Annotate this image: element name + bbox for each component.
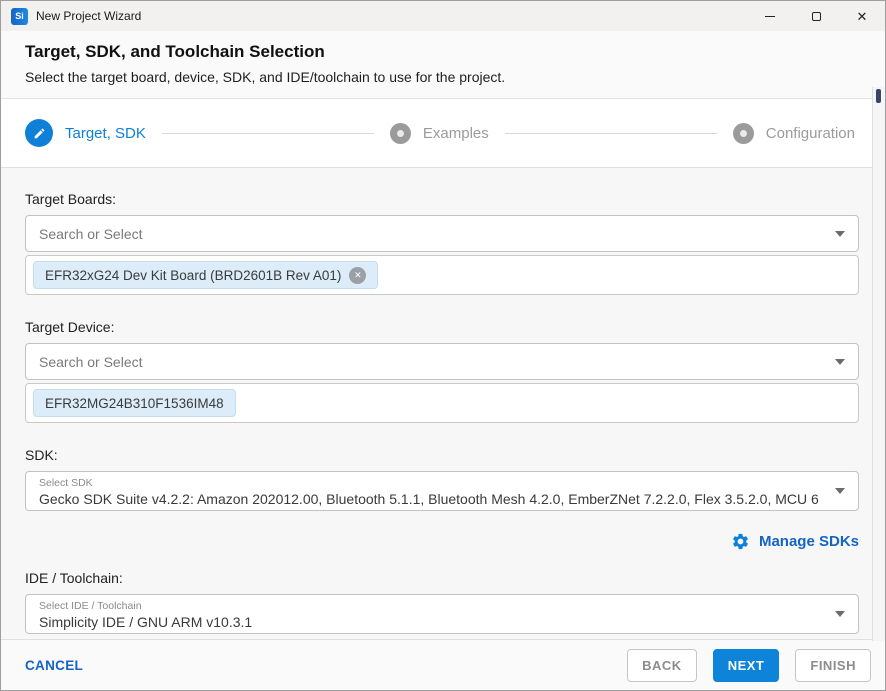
step-label: Configuration — [766, 125, 855, 142]
sdk-select-floating-label: Select SDK — [39, 477, 827, 490]
step-inactive-circle — [733, 123, 754, 144]
step-configuration[interactable]: Configuration — [733, 123, 855, 144]
scrollbar-thumb[interactable] — [876, 89, 881, 103]
wizard-content: Target Boards: EFR32xG24 Dev Kit Board (… — [1, 168, 885, 634]
target-board-chip: EFR32xG24 Dev Kit Board (BRD2601B Rev A0… — [33, 261, 378, 289]
chip-label: EFR32xG24 Dev Kit Board (BRD2601B Rev A0… — [45, 268, 341, 283]
scrollbar-track[interactable] — [872, 87, 885, 641]
next-button[interactable]: NEXT — [713, 649, 780, 682]
chevron-down-icon[interactable] — [835, 611, 845, 617]
manage-sdks-link[interactable]: Manage SDKs — [25, 532, 859, 551]
sdk-group: SDK: Select SDK Gecko SDK Suite v4.2.2: … — [25, 447, 859, 511]
target-boards-combobox[interactable] — [25, 215, 859, 252]
ide-toolchain-group: IDE / Toolchain: Select IDE / Toolchain … — [25, 570, 859, 634]
close-button[interactable]: ✕ — [839, 1, 885, 31]
back-button[interactable]: BACK — [627, 649, 697, 682]
cancel-button[interactable]: CANCEL — [25, 658, 83, 673]
chevron-down-icon[interactable] — [835, 359, 845, 365]
maximize-icon — [812, 12, 821, 21]
page-subtitle: Select the target board, device, SDK, an… — [25, 69, 861, 85]
target-device-label: Target Device: — [25, 319, 859, 335]
finish-button[interactable]: FINISH — [795, 649, 871, 682]
target-device-chip: EFR32MG24B310F1536IM48 — [33, 389, 236, 417]
stepper-connector — [162, 133, 374, 134]
remove-chip-icon[interactable]: ✕ — [349, 267, 366, 284]
maximize-button[interactable] — [793, 1, 839, 31]
step-label: Examples — [423, 125, 489, 142]
stepper-connector — [505, 133, 717, 134]
step-examples[interactable]: Examples — [390, 123, 489, 144]
step-inactive-circle — [390, 123, 411, 144]
new-project-wizard-dialog: Si New Project Wizard ✕ Target, SDK, and… — [0, 0, 886, 691]
sdk-selected-value: Gecko SDK Suite v4.2.2: Amazon 202012.00… — [39, 490, 827, 509]
chevron-down-icon[interactable] — [835, 488, 845, 494]
close-icon: ✕ — [857, 10, 868, 23]
wizard-stepper: Target, SDK Examples Configuration — [1, 99, 885, 168]
step-active-circle — [25, 119, 53, 147]
minimize-icon — [765, 16, 775, 17]
target-device-group: Target Device: EFR32MG24B310F1536IM48 — [25, 319, 859, 423]
chip-label: EFR32MG24B310F1536IM48 — [45, 396, 224, 411]
target-boards-group: Target Boards: EFR32xG24 Dev Kit Board (… — [25, 191, 859, 295]
target-device-combobox[interactable] — [25, 343, 859, 380]
titlebar[interactable]: Si New Project Wizard ✕ — [1, 1, 885, 31]
page-title: Target, SDK, and Toolchain Selection — [25, 42, 861, 62]
sdk-label: SDK: — [25, 447, 859, 463]
window-title: New Project Wizard — [36, 9, 141, 23]
ide-select-floating-label: Select IDE / Toolchain — [39, 600, 827, 613]
sdk-select[interactable]: Select SDK Gecko SDK Suite v4.2.2: Amazo… — [25, 471, 859, 511]
chevron-down-icon[interactable] — [835, 231, 845, 237]
target-device-search-input[interactable] — [39, 354, 827, 370]
target-boards-selected-list: EFR32xG24 Dev Kit Board (BRD2601B Rev A0… — [25, 255, 859, 295]
footer-buttons: BACK NEXT FINISH — [627, 649, 871, 682]
wizard-footer: CANCEL BACK NEXT FINISH — [1, 639, 885, 690]
simplicity-studio-logo-icon: Si — [11, 8, 28, 25]
step-label: Target, SDK — [65, 125, 146, 142]
manage-sdks-label: Manage SDKs — [759, 533, 859, 550]
ide-selected-value: Simplicity IDE / GNU ARM v10.3.1 — [39, 613, 827, 632]
minimize-button[interactable] — [747, 1, 793, 31]
target-boards-search-input[interactable] — [39, 226, 827, 242]
window-controls: ✕ — [747, 1, 885, 31]
wizard-header: Target, SDK, and Toolchain Selection Sel… — [1, 31, 885, 99]
ide-toolchain-select[interactable]: Select IDE / Toolchain Simplicity IDE / … — [25, 594, 859, 634]
target-device-selected-list: EFR32MG24B310F1536IM48 — [25, 383, 859, 423]
ide-toolchain-label: IDE / Toolchain: — [25, 570, 859, 586]
gear-icon — [731, 532, 750, 551]
target-boards-label: Target Boards: — [25, 191, 859, 207]
step-target-sdk[interactable]: Target, SDK — [25, 119, 146, 147]
pencil-icon — [33, 127, 46, 140]
